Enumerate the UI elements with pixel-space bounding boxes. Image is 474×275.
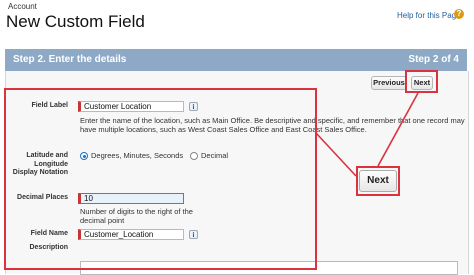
previous-button[interactable]: Previous <box>371 76 407 90</box>
breadcrumb: Account <box>8 2 37 11</box>
highlight-frame-next <box>405 70 438 93</box>
step-count: Step 2 of 4 <box>408 54 459 65</box>
step-title: Step 2. Enter the details <box>13 54 127 65</box>
help-link[interactable]: Help for this Page <box>397 11 461 20</box>
highlight-frame-form <box>4 88 317 270</box>
page-title: New Custom Field <box>6 12 145 31</box>
step-header-bar: Step 2. Enter the details Step 2 of 4 <box>5 49 467 71</box>
help-icon[interactable]: ? <box>454 9 464 19</box>
next-callout-button[interactable]: Next <box>359 170 397 192</box>
